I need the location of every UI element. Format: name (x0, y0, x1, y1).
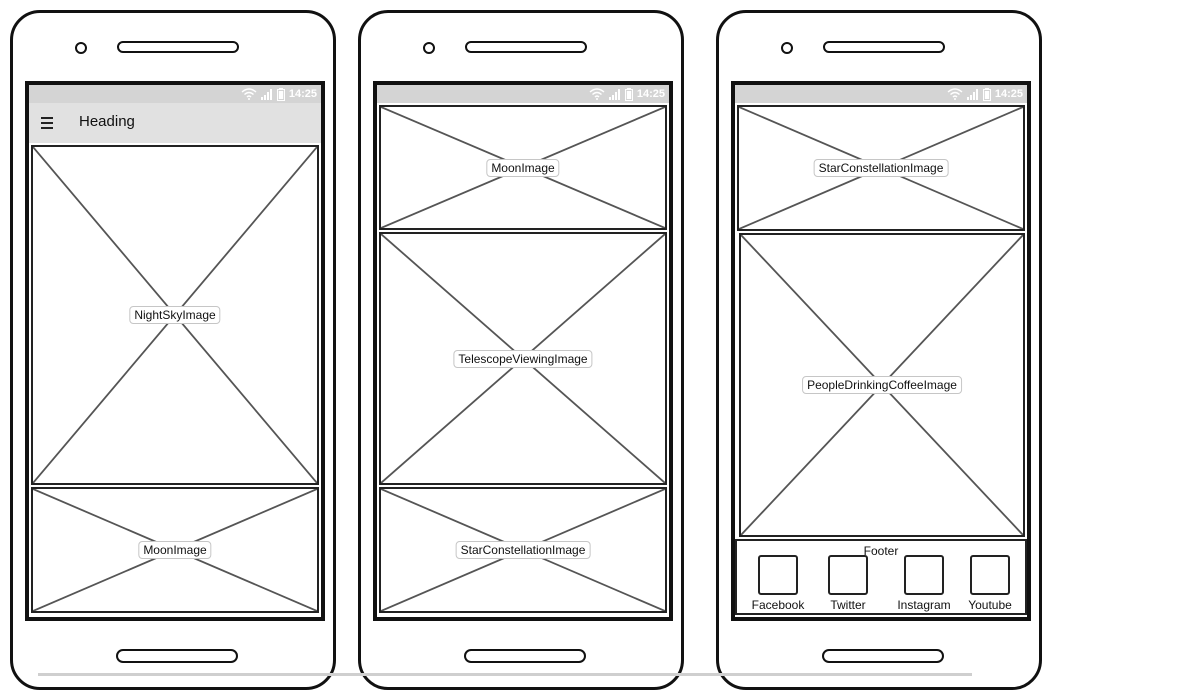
home-button[interactable] (464, 649, 586, 663)
camera-icon (781, 42, 793, 54)
battery-icon (624, 87, 633, 101)
signal-icon (608, 89, 620, 100)
home-button[interactable] (822, 649, 944, 663)
youtube-label: Youtube (968, 598, 1012, 612)
signal-icon (966, 89, 978, 100)
status-time: 14:25 (288, 88, 317, 100)
phone-screen-3: 14:25 StarConstellationImage PeopleDrink… (731, 81, 1031, 621)
footer: Footer Facebook Twitter Instagram Youtub… (735, 539, 1027, 615)
phone-frame-2: 14:25 MoonImage TelescopeViewingImage St… (358, 10, 684, 690)
instagram-link[interactable]: Instagram (893, 555, 955, 612)
battery-icon (276, 87, 285, 101)
phone-screen-1: 14:25 Heading NightSkyImage MoonImage (25, 81, 325, 621)
speaker-grille (823, 41, 945, 53)
wifi-icon (241, 88, 257, 100)
twitter-icon (828, 555, 868, 595)
home-button[interactable] (116, 649, 238, 663)
status-time: 14:25 (994, 88, 1023, 100)
page-title: Heading (79, 113, 135, 130)
image-label: NightSkyImage (129, 306, 221, 324)
camera-icon (75, 42, 87, 54)
image-placeholder-people-drinking-coffee: PeopleDrinkingCoffeeImage (739, 233, 1025, 537)
image-label: MoonImage (138, 541, 212, 559)
youtube-icon (970, 555, 1010, 595)
image-placeholder-moon: MoonImage (379, 105, 667, 230)
speaker-grille (465, 41, 587, 53)
instagram-label: Instagram (897, 598, 951, 612)
image-placeholder-moon: MoonImage (31, 487, 319, 613)
status-bar: 14:25 (735, 85, 1027, 103)
phone-screen-2: 14:25 MoonImage TelescopeViewingImage St… (373, 81, 673, 621)
signal-icon (260, 89, 272, 100)
app-bar: Heading (29, 103, 321, 143)
facebook-link[interactable]: Facebook (747, 555, 809, 612)
twitter-label: Twitter (830, 598, 866, 612)
wifi-icon (947, 88, 963, 100)
image-placeholder-telescope: TelescopeViewingImage (379, 232, 667, 485)
wifi-icon (589, 88, 605, 100)
image-label: StarConstellationImage (455, 541, 591, 559)
image-placeholder-night-sky: NightSkyImage (31, 145, 319, 485)
hamburger-menu-icon[interactable] (41, 117, 53, 129)
status-bar: 14:25 (377, 85, 669, 103)
image-label: TelescopeViewingImage (453, 349, 593, 368)
image-label: StarConstellationImage (813, 159, 949, 177)
youtube-link[interactable]: Youtube (959, 555, 1021, 612)
image-label: PeopleDrinkingCoffeeImage (802, 376, 962, 394)
status-time: 14:25 (636, 88, 665, 100)
battery-icon (982, 87, 991, 101)
image-placeholder-star-constellation: StarConstellationImage (379, 487, 667, 613)
twitter-link[interactable]: Twitter (817, 555, 879, 612)
facebook-icon (758, 555, 798, 595)
image-label: MoonImage (486, 158, 560, 177)
phone-frame-1: 14:25 Heading NightSkyImage MoonImage (10, 10, 336, 690)
instagram-icon (904, 555, 944, 595)
speaker-grille (117, 41, 239, 53)
camera-icon (423, 42, 435, 54)
phone-frame-3: 14:25 StarConstellationImage PeopleDrink… (716, 10, 1042, 690)
status-bar: 14:25 (29, 85, 321, 103)
image-placeholder-star-constellation: StarConstellationImage (737, 105, 1025, 231)
facebook-label: Facebook (751, 598, 805, 612)
